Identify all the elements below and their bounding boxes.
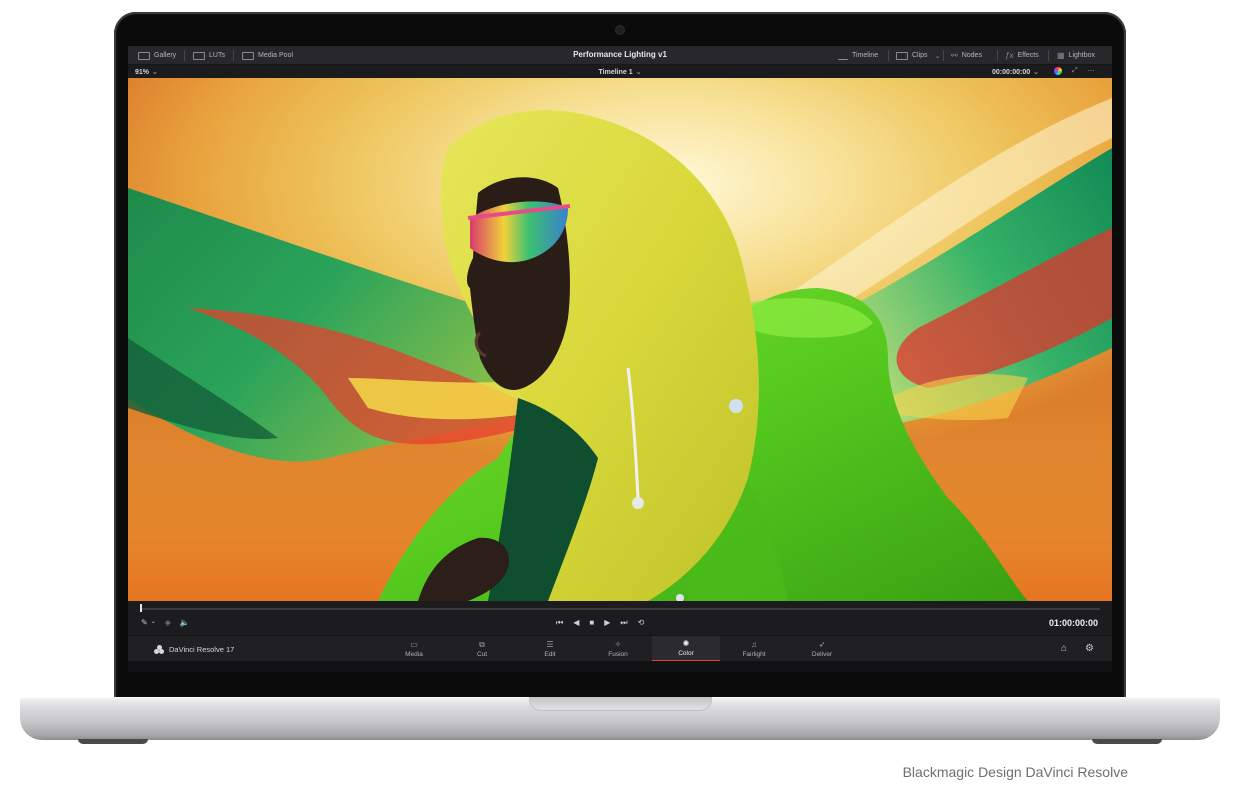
chevron-down-icon: ⌄	[635, 69, 642, 76]
effects-button[interactable]: ƒx Effects	[1005, 50, 1039, 61]
page-navigation: DaVinci Resolve 17 ▭ Media ⧉ Cut ☰ Edit …	[128, 635, 1112, 662]
screen-bottom-bezel	[128, 661, 1112, 672]
effects-icon: ƒx	[1005, 51, 1014, 60]
chevron-down-icon: ⌄	[934, 52, 941, 60]
divider	[997, 50, 998, 61]
top-toolbar: Gallery LUTs Media Pool Performance Ligh…	[128, 46, 1112, 65]
resolve-window: Gallery LUTs Media Pool Performance Ligh…	[128, 46, 1112, 672]
clips-button[interactable]: Clips ⌄	[896, 50, 940, 61]
image-caption: Blackmagic Design DaVinci Resolve	[902, 764, 1128, 780]
lightbox-icon: ▦	[1057, 51, 1065, 60]
playhead[interactable]	[140, 604, 142, 612]
play-icon[interactable]: ▶	[604, 618, 610, 628]
page-tab-color[interactable]: ✺ Color	[652, 636, 720, 662]
app-brand: DaVinci Resolve 17	[154, 645, 234, 654]
viewer-timecode[interactable]: 00:00:00:00 ⌄	[992, 68, 1039, 76]
gear-icon[interactable]: ⚙	[1085, 643, 1094, 654]
timeline-selector[interactable]: Timeline 1 ⌄	[128, 68, 1112, 76]
nodes-button[interactable]: ⚯ Nodes	[951, 50, 982, 61]
timeline-scrubber[interactable]	[140, 608, 1100, 610]
go-to-end-icon[interactable]: ⏭	[620, 618, 627, 628]
fullscreen-icon[interactable]: ⤢	[1072, 67, 1078, 75]
laptop-foot	[1092, 739, 1162, 744]
volume-icon[interactable]: 🔈	[180, 618, 190, 627]
camera-icon	[616, 26, 624, 34]
lightbox-button[interactable]: ▦ Lightbox	[1057, 50, 1095, 61]
layers-icon[interactable]: ◈	[165, 618, 171, 627]
transport-bar: ✎ ⌄ ◈ 🔈 ⏮ ◀ ■ ▶ ⏭ ⟲ 01:00:00:00	[128, 601, 1112, 635]
page-tab-fairlight[interactable]: ♫ Fairlight	[720, 636, 788, 662]
divider	[943, 50, 944, 61]
page-tab-cut[interactable]: ⧉ Cut	[448, 636, 516, 662]
fairlight-page-icon: ♫	[751, 639, 757, 649]
chevron-down-icon[interactable]: ⌄	[151, 618, 156, 627]
media-page-icon: ▭	[410, 639, 418, 649]
more-options-icon[interactable]: ⋯	[1088, 67, 1095, 75]
color-page-icon: ✺	[682, 638, 690, 648]
clips-icon	[896, 51, 908, 60]
macbook-pro: Gallery LUTs Media Pool Performance Ligh…	[0, 0, 1246, 804]
divider	[888, 50, 889, 61]
viewer-header: 91% ⌄ Timeline 1 ⌄ 00:00:00:00 ⌄ ⤢ ⋯	[128, 65, 1112, 78]
deliver-page-icon: ➶	[818, 639, 826, 649]
nodes-icon: ⚯	[951, 51, 958, 60]
laptop-foot	[78, 739, 148, 744]
color-wheel-icon[interactable]	[1054, 67, 1062, 75]
play-reverse-icon[interactable]: ◀	[573, 618, 579, 628]
davinci-logo-icon	[154, 645, 164, 654]
app-name: DaVinci Resolve 17	[169, 645, 235, 654]
highlight-tool-icon[interactable]: ✎	[141, 618, 148, 627]
playback-timecode: 01:00:00:00	[1048, 618, 1098, 628]
timeline-button[interactable]: Timeline	[838, 50, 878, 61]
timeline-icon	[838, 52, 848, 60]
laptop-opening-notch	[529, 697, 712, 711]
page-tab-media[interactable]: ▭ Media	[380, 636, 448, 662]
video-viewer[interactable]	[128, 78, 1112, 601]
loop-icon[interactable]: ⟲	[638, 618, 645, 628]
video-frame-illustration	[128, 98, 1112, 601]
fusion-page-icon: ✧	[614, 639, 622, 649]
page-tab-deliver[interactable]: ➶ Deliver	[788, 636, 856, 662]
stop-icon[interactable]: ■	[589, 618, 594, 628]
cut-page-icon: ⧉	[479, 639, 485, 649]
home-icon[interactable]: ⌂	[1061, 643, 1067, 654]
go-to-start-icon[interactable]: ⏮	[556, 618, 563, 628]
page-tab-edit[interactable]: ☰ Edit	[516, 636, 584, 662]
chevron-down-icon: ⌄	[1033, 69, 1040, 76]
page-tab-fusion[interactable]: ✧ Fusion	[584, 636, 652, 662]
divider	[1048, 50, 1049, 61]
edit-page-icon: ☰	[546, 639, 554, 649]
